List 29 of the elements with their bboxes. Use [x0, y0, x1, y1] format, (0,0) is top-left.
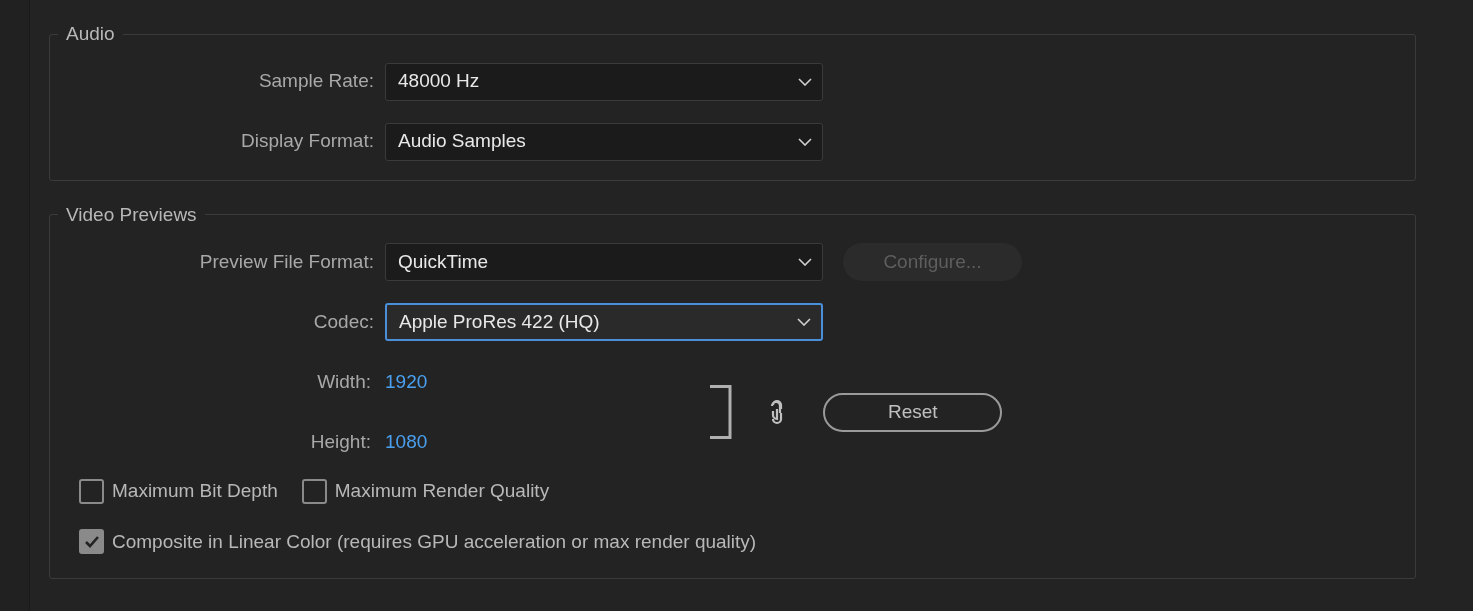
dropdown[interactable]: 48000 Hz — [385, 62, 823, 101]
dropdown[interactable]: Audio Samples — [385, 122, 823, 161]
chevron-down-icon — [798, 258, 812, 266]
checkbox-label: Maximum Bit Depth — [112, 479, 278, 503]
dimension-label: Width: — [316, 369, 372, 394]
chain-link-icon — [770, 399, 785, 425]
dimension-value[interactable]: 1920 — [385, 367, 428, 397]
group-title: Audio — [65, 22, 116, 46]
checkbox[interactable] — [79, 478, 104, 504]
dropdown[interactable]: QuickTime — [385, 243, 823, 281]
field-label: Preview File Format: — [198, 249, 375, 274]
chevron-down-icon — [798, 137, 812, 146]
dropdown[interactable]: Apple ProRes 422 (HQ) — [385, 303, 823, 341]
bracket-icon — [710, 385, 733, 439]
field-label: Display Format: — [239, 129, 375, 154]
field-label: Sample Rate: — [257, 69, 375, 94]
chevron-down-icon — [798, 77, 812, 86]
dimension-label: Height: — [309, 429, 372, 454]
dimension-value[interactable]: 1080 — [385, 427, 428, 457]
checkbox-label: Composite in Linear Color (requires GPU acceleration or max render quality) — [112, 529, 757, 554]
checkmark-icon — [83, 534, 100, 549]
group-title: Video Previews — [65, 202, 198, 227]
checkbox-label: Maximum Render Quality — [334, 479, 550, 503]
link-toggle[interactable] — [770, 399, 785, 425]
reset-button[interactable]: Reset — [823, 392, 1003, 432]
checkbox[interactable] — [301, 478, 327, 504]
field-label: Codec: — [312, 309, 375, 334]
checkbox[interactable] — [79, 529, 104, 555]
chevron-down-icon — [797, 318, 811, 326]
